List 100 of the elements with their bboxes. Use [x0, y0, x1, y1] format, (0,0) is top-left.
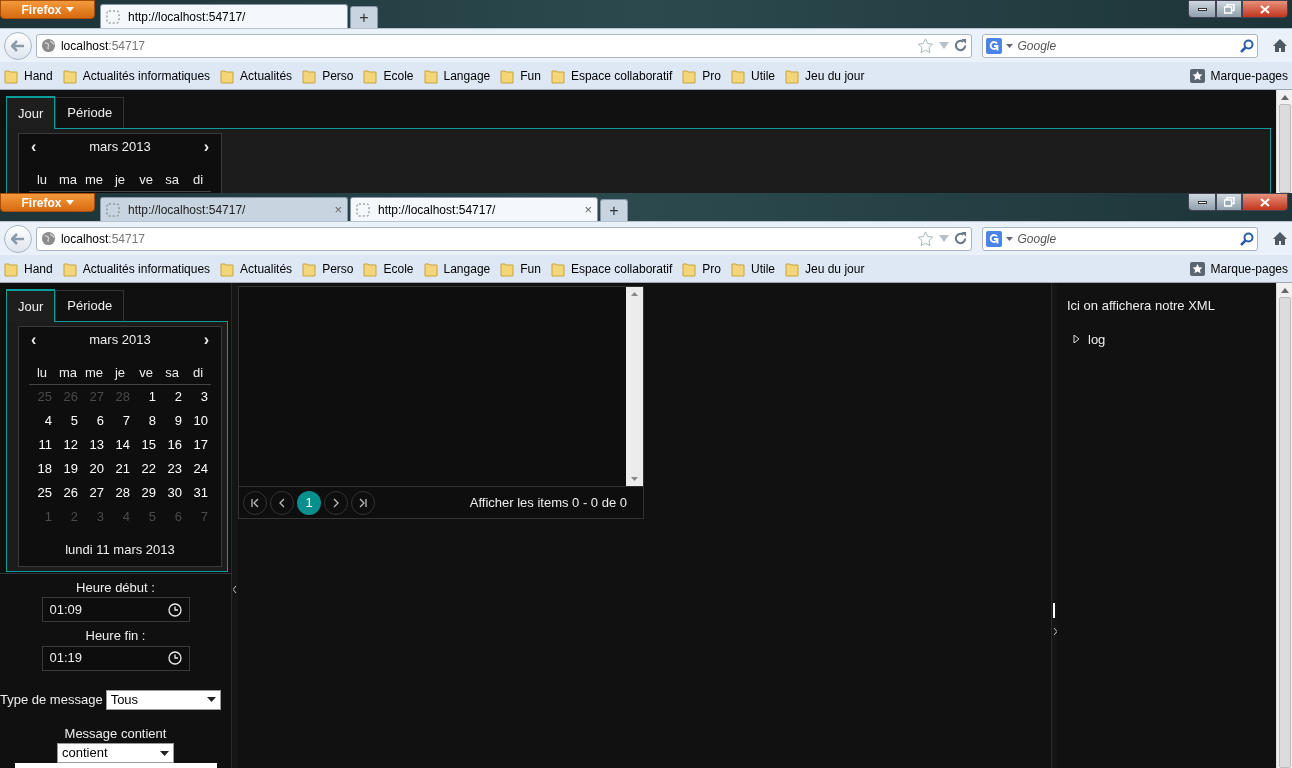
bookmark-folder[interactable]: Fun: [500, 66, 541, 85]
calendar-day[interactable]: 13: [81, 435, 107, 455]
back-button[interactable]: [4, 31, 32, 60]
month-title[interactable]: mars 2013: [89, 330, 151, 350]
scroll-up-icon[interactable]: [1280, 288, 1289, 293]
search-field[interactable]: Google: [982, 226, 1258, 251]
selected-date-text[interactable]: lundi 11 mars 2013: [29, 540, 211, 560]
bookmark-folder[interactable]: Hand: [4, 259, 53, 278]
calendar-day[interactable]: 14: [107, 435, 133, 455]
expand-triangle-icon[interactable]: [1073, 335, 1080, 344]
close-window-button[interactable]: [1242, 0, 1288, 18]
operator-select[interactable]: contient: [57, 743, 174, 763]
page-scrollbar[interactable]: [1276, 283, 1292, 768]
calendar-day[interactable]: 15: [133, 435, 159, 455]
calendar-day[interactable]: 8: [133, 411, 159, 431]
bookmark-folder[interactable]: Utile: [731, 66, 775, 85]
bookmark-folder[interactable]: Ecole: [363, 259, 414, 278]
next-month-button[interactable]: ›: [203, 328, 209, 352]
close-window-button[interactable]: [1242, 193, 1288, 211]
message-type-select[interactable]: Tous: [105, 689, 221, 710]
page-scrollbar[interactable]: [1276, 90, 1292, 193]
minimize-button[interactable]: [1188, 0, 1216, 18]
bookmark-folder[interactable]: Actualités: [220, 259, 293, 278]
calendar-day[interactable]: 16: [159, 435, 185, 455]
bookmark-folder[interactable]: Langage: [423, 66, 491, 85]
restore-button[interactable]: [1216, 0, 1242, 18]
address-field[interactable]: localhost:54717: [35, 226, 973, 251]
search-input[interactable]: Google: [1017, 36, 1236, 55]
calendar-day[interactable]: 20: [81, 459, 107, 479]
search-icon[interactable]: [1240, 231, 1254, 246]
home-icon[interactable]: [1272, 231, 1288, 246]
resize-handle[interactable]: [1053, 603, 1055, 618]
calendar-day[interactable]: 11: [29, 435, 55, 455]
bookmark-folder[interactable]: Hand: [4, 66, 53, 85]
search-field[interactable]: Google: [982, 33, 1258, 58]
bookmark-folder[interactable]: Actualités informatiques: [62, 66, 211, 85]
bookmark-folder[interactable]: Espace collaboratif: [550, 259, 673, 278]
calendar-day[interactable]: 17: [185, 435, 211, 455]
clock-icon[interactable]: [167, 651, 182, 665]
calendar-day[interactable]: 5: [55, 411, 81, 431]
bookmark-folder[interactable]: Espace collaboratif: [550, 66, 673, 85]
time-field[interactable]: 01:09: [41, 597, 190, 622]
address-field[interactable]: localhost:54717: [35, 33, 973, 58]
home-icon[interactable]: [1272, 38, 1288, 53]
browser-tab[interactable]: http://localhost:54717/ ×: [350, 197, 598, 221]
calendar-day[interactable]: 27: [81, 483, 107, 503]
clock-icon[interactable]: [167, 602, 182, 617]
mode-tab[interactable]: Période: [55, 97, 125, 128]
scroll-down-icon[interactable]: [631, 477, 638, 481]
scroll-up-icon[interactable]: [1280, 95, 1289, 100]
browser-tab[interactable]: http://localhost:54717/ ×: [100, 197, 348, 221]
dropdown-arrow-icon[interactable]: [1006, 43, 1014, 48]
bookmark-folder[interactable]: Actualités informatiques: [62, 259, 211, 278]
dropdown-arrow-icon[interactable]: [1006, 236, 1014, 241]
search-input[interactable]: Google: [1017, 229, 1236, 248]
calendar-day[interactable]: 24: [185, 459, 211, 479]
new-tab-button[interactable]: +: [350, 6, 378, 28]
input-field[interactable]: [15, 763, 217, 768]
tree-node[interactable]: log: [1073, 329, 1276, 349]
bookmark-folder[interactable]: Perso: [302, 259, 354, 278]
bookmark-folder[interactable]: Ecole: [363, 66, 414, 85]
calendar-day[interactable]: 25: [29, 483, 55, 503]
mode-tab[interactable]: Jour: [6, 96, 56, 129]
bookmark-folder[interactable]: Actualités: [220, 66, 293, 85]
bookmark-folder[interactable]: Jeu du jour: [785, 259, 865, 278]
bookmark-folder[interactable]: Perso: [302, 66, 354, 85]
calendar-day[interactable]: 1: [133, 387, 159, 407]
page-number-button[interactable]: 1: [297, 490, 321, 515]
minimize-button[interactable]: [1188, 193, 1216, 211]
calendar-day[interactable]: 30: [159, 483, 185, 503]
bookmark-folder[interactable]: Pro: [682, 259, 721, 278]
browser-tab[interactable]: http://localhost:54717/: [100, 4, 348, 28]
google-icon[interactable]: [986, 230, 1003, 247]
previous-month-button[interactable]: ‹: [31, 135, 37, 159]
close-tab-button[interactable]: ×: [334, 199, 342, 220]
bookmarks-menu[interactable]: Marque-pages: [1189, 259, 1288, 278]
grid-scrollbar[interactable]: [626, 287, 643, 486]
calendar-day[interactable]: 12: [55, 435, 81, 455]
previous-month-button[interactable]: ‹: [31, 328, 37, 352]
reload-icon[interactable]: [954, 232, 968, 245]
calendar-day[interactable]: 10: [185, 411, 211, 431]
calendar-day[interactable]: 6: [81, 411, 107, 431]
calendar-day[interactable]: 9: [159, 411, 185, 431]
calendar-day[interactable]: 18: [29, 459, 55, 479]
calendar-day[interactable]: 21: [107, 459, 133, 479]
time-field[interactable]: 01:19: [41, 645, 190, 671]
bookmark-folder[interactable]: Jeu du jour: [785, 66, 865, 85]
mode-tab[interactable]: Jour: [6, 289, 56, 322]
back-button[interactable]: [4, 224, 32, 253]
calendar-day[interactable]: 7: [107, 411, 133, 431]
new-tab-button[interactable]: +: [600, 199, 628, 221]
scroll-up-icon[interactable]: [631, 292, 638, 296]
bookmark-folder[interactable]: Langage: [423, 259, 491, 278]
calendar-day[interactable]: 28: [107, 483, 133, 503]
bookmark-folder[interactable]: Utile: [731, 259, 775, 278]
bookmark-folder[interactable]: Pro: [682, 66, 721, 85]
calendar-day[interactable]: 26: [55, 483, 81, 503]
next-month-button[interactable]: ›: [203, 135, 209, 159]
search-icon[interactable]: [1240, 38, 1254, 53]
bookmarks-menu[interactable]: Marque-pages: [1189, 66, 1288, 85]
